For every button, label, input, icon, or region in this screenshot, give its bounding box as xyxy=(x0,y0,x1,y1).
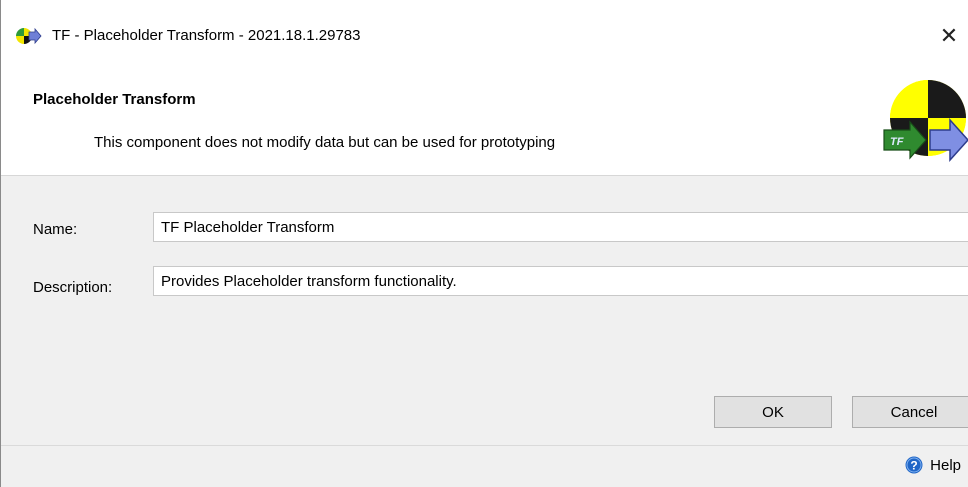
close-icon: ✕ xyxy=(939,23,959,48)
header-panel: Placeholder Transform This component doe… xyxy=(0,70,968,176)
component-title: Placeholder Transform xyxy=(33,91,196,108)
dialog-window: TF - Placeholder Transform - 2021.18.1.2… xyxy=(0,0,968,487)
ok-button[interactable]: OK xyxy=(714,396,832,428)
cancel-button[interactable]: Cancel xyxy=(852,396,968,428)
description-label: Description: xyxy=(33,279,113,296)
close-button[interactable]: ✕ xyxy=(930,20,968,52)
window-title: TF - Placeholder Transform - 2021.18.1.2… xyxy=(52,27,361,44)
cancel-button-label: Cancel xyxy=(890,403,938,421)
transform-logo-icon: TF xyxy=(883,80,968,162)
help-link[interactable]: ? Help xyxy=(905,456,961,474)
description-input[interactable] xyxy=(153,266,968,296)
app-logo-icon xyxy=(16,27,42,45)
name-input[interactable] xyxy=(153,212,968,242)
footer-divider xyxy=(0,445,968,446)
ok-button-label: OK xyxy=(762,403,784,421)
svg-text:?: ? xyxy=(910,459,917,473)
help-icon: ? xyxy=(905,456,923,474)
help-label: Help xyxy=(930,456,961,474)
logo-text: TF xyxy=(890,136,904,148)
title-bar: TF - Placeholder Transform - 2021.18.1.2… xyxy=(0,0,968,70)
component-description: This component does not modify data but … xyxy=(94,134,556,151)
name-label: Name: xyxy=(33,221,78,238)
